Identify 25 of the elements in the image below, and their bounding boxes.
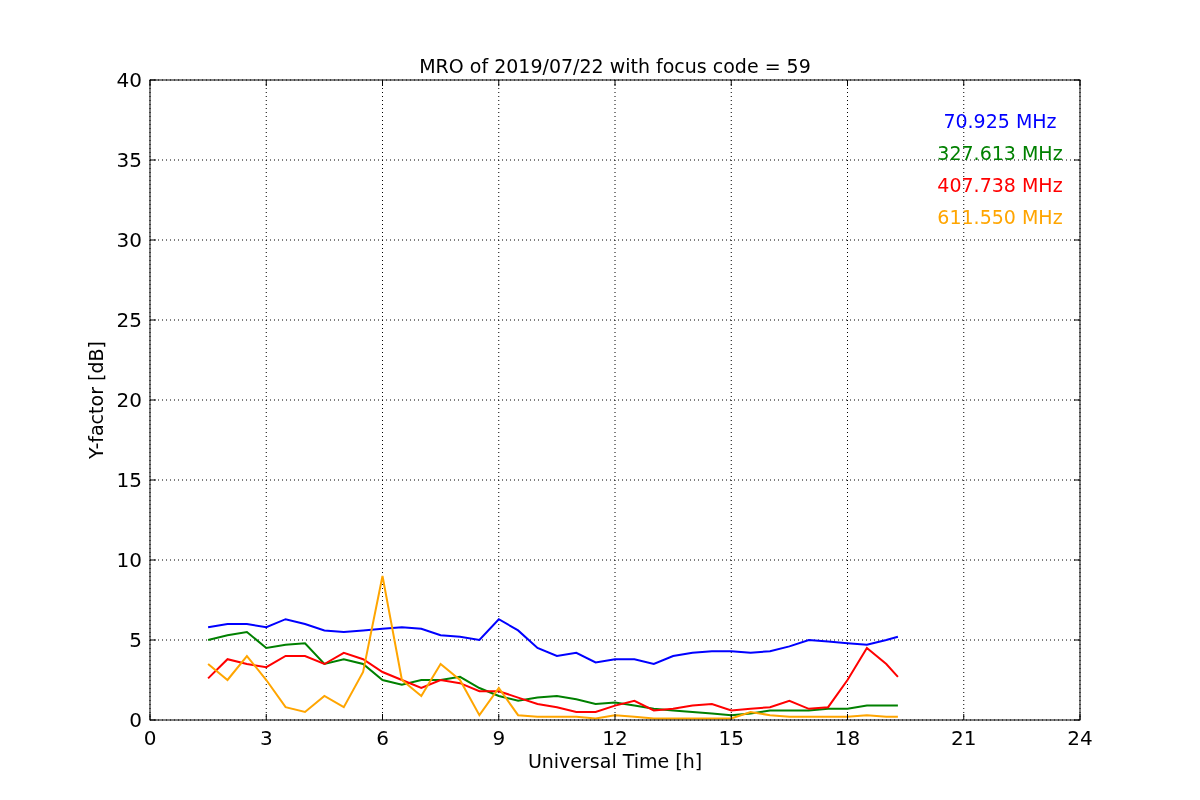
tick-label: 40 — [116, 68, 142, 92]
legend-entry: 407.738 MHz — [937, 174, 1063, 196]
chart-title: MRO of 2019/07/22 with focus code = 59 — [419, 55, 811, 77]
tick-label: 6 — [376, 726, 389, 750]
legend-entry: 611.550 MHz — [937, 206, 1063, 228]
axis-label: Y-factor [dB] — [85, 341, 107, 459]
tick-label: 30 — [116, 228, 142, 252]
tick-label: 24 — [1067, 726, 1093, 750]
tick-label: 25 — [116, 308, 142, 332]
legend-entry: 70.925 MHz — [943, 110, 1057, 132]
tick-label: 21 — [951, 726, 977, 750]
tick-label: 9 — [492, 726, 506, 750]
axis-label: Universal Time [h] — [527, 750, 703, 772]
tick-label: 5 — [129, 628, 142, 652]
tick-label: 3 — [259, 726, 273, 750]
tick-label: 0 — [143, 726, 157, 750]
tick-label: 10 — [116, 548, 142, 572]
tick-label: 35 — [116, 148, 142, 172]
tick-label: 20 — [116, 388, 142, 412]
tick-label: 15 — [116, 468, 142, 492]
tick-label: 12 — [602, 726, 628, 750]
legend-entry: 327.613 MHz — [937, 142, 1063, 164]
tick-label: 15 — [718, 726, 744, 750]
tick-label: 18 — [834, 726, 861, 750]
tick-label: 0 — [129, 708, 142, 732]
